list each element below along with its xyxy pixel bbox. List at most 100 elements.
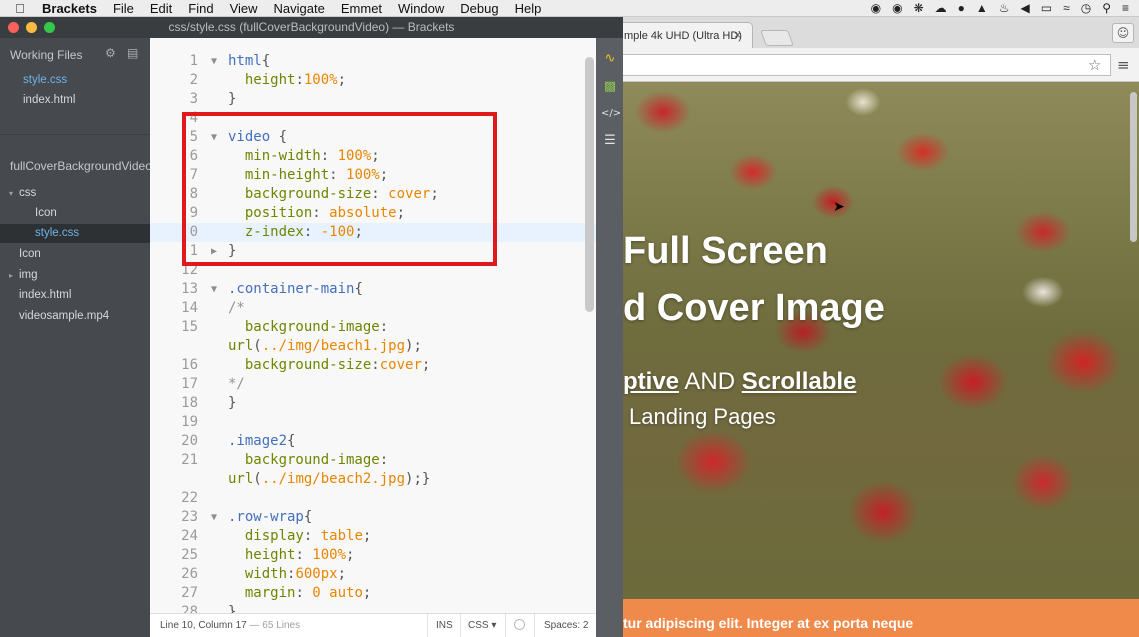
menu-file[interactable]: File [105,1,142,16]
language-select[interactable]: CSS ▾ [468,620,496,631]
tagline-link-responsive[interactable]: ptive [623,368,679,395]
search-icon[interactable]: ⚲ [1102,1,1111,15]
mouse-cursor-icon: ➤ [833,199,845,215]
mac-menubar:  Brackets File Edit Find View Navigate … [0,0,1139,17]
close-window-button[interactable] [8,22,19,33]
omnibar: ☆ ≡ [623,48,1139,82]
brackets-window: css/style.css (fullCoverBackgroundVideo)… [0,17,623,637]
code-text: width:600px; [244,566,347,582]
editor-scrollbar[interactable] [585,57,594,312]
highlight-box [182,112,497,266]
clock-icon[interactable]: ◷ [1081,1,1091,15]
code-line[interactable]: 20 .image2{ [150,432,596,451]
code-line[interactable]: url(../img/beach2.jpg);} [150,470,596,489]
code-line[interactable]: 14 /* [150,299,596,318]
close-icon[interactable]: × [734,28,741,42]
battery-icon[interactable]: ▭ [1041,1,1052,15]
code-line[interactable]: 25 height: 100%; [150,546,596,565]
code-line[interactable]: url(../img/beach1.jpg); [150,337,596,356]
indent-spaces-setting[interactable]: Spaces: 2 [544,620,588,631]
tree-file-icon[interactable]: Icon [0,204,150,223]
wifi-icon[interactable]: ≈ [1063,1,1070,15]
tagline-link-scrollable[interactable]: Scrollable [742,368,857,395]
code-line[interactable]: 24 display: table; [150,527,596,546]
bell-icon[interactable]: ♨ [999,1,1010,15]
person-icon[interactable]: ● [958,1,965,15]
code-line[interactable]: 18} [150,394,596,413]
tree-folder-css[interactable]: ▾ css [0,184,150,203]
code-line[interactable]: 3} [150,90,596,109]
apple-icon[interactable]:  [0,1,40,16]
code-line[interactable]: 16 background-size:cover; [150,356,596,375]
hero-heading-line2: d Cover Image [623,287,885,329]
live-preview-icon[interactable]: ∿ [601,50,619,68]
sidebar-divider [0,134,150,135]
browser-tab[interactable]: mple 4k UHD (Ultra HD) × [623,22,753,48]
menu-edit[interactable]: Edit [142,1,180,16]
tree-file-style-css[interactable]: style.css [0,224,150,243]
working-file-index-html[interactable]: index.html [23,94,75,106]
page-scrollbar[interactable] [1130,92,1137,242]
fold-toggle-icon[interactable]: ▼ [211,280,217,299]
new-tab-button[interactable] [760,30,794,46]
tree-item-label: Icon [35,207,57,219]
list-icon[interactable]: ≡ [1122,1,1129,15]
address-bar[interactable]: ☆ [623,54,1111,76]
code-line[interactable]: 17 */ [150,375,596,394]
sun-icon[interactable]: ❋ [914,1,924,15]
code-line[interactable]: 22 [150,489,596,508]
code-text: display: table; [244,528,372,544]
star-icon[interactable]: ☆ [1088,56,1101,74]
menu-view[interactable]: View [222,1,266,16]
code-line[interactable]: 1 ▼ html{ [150,52,596,71]
stop-icon[interactable]: ◉ [892,1,902,15]
code-text: url(../img/beach2.jpg);} [228,471,431,487]
tree-file-index-html[interactable]: index.html [0,286,150,305]
window-title: css/style.css (fullCoverBackgroundVideo)… [0,17,623,38]
menu-find[interactable]: Find [180,1,221,16]
tree-item-label: img [19,269,38,281]
split-view-icon[interactable]: ▤ [127,46,138,60]
working-file-style-css[interactable]: style.css [23,74,67,86]
line-number: 26 [181,566,198,582]
fold-toggle-icon[interactable]: ▼ [211,508,217,527]
tree-folder-img[interactable]: ▸ img [0,266,150,285]
menu-window[interactable]: Window [390,1,452,16]
code-line[interactable]: 27 margin: 0 auto; [150,584,596,603]
code-line[interactable]: 15 background-image: [150,318,596,337]
tree-file-videosample[interactable]: videosample.mp4 [0,307,150,326]
menu-help[interactable]: Help [507,1,550,16]
menu-app-brackets[interactable]: Brackets [40,1,105,16]
cloud-icon[interactable]: ☁ [935,1,947,15]
code-line[interactable]: 2 height:100%; [150,71,596,90]
menu-emmet[interactable]: Emmet [333,1,390,16]
fold-toggle-icon[interactable]: ▼ [211,52,217,71]
lint-status-icon[interactable] [514,619,525,630]
code-line[interactable]: 13 ▼ .container-main{ [150,280,596,299]
tree-file-icon-root[interactable]: Icon [0,245,150,264]
extension-manager-icon[interactable]: ▩ [601,78,619,96]
line-number: 2 [189,72,198,88]
line-number: 18 [181,395,198,411]
minimize-window-button[interactable] [26,22,37,33]
profile-icon[interactable]: ☺ [1112,23,1134,43]
insert-mode-toggle[interactable]: INS [436,620,453,631]
cursor-position[interactable]: Line 10, Column 17 — 65 Lines [160,620,300,631]
code-line[interactable]: 21 background-image: [150,451,596,470]
code-text: } [228,395,237,411]
menu-debug[interactable]: Debug [452,1,506,16]
menu-navigate[interactable]: Navigate [266,1,333,16]
code-text: background-image: [244,452,389,468]
code-icon[interactable]: </> [601,105,621,123]
volume-icon[interactable]: ◀ [1021,1,1030,15]
maximize-window-button[interactable] [44,22,55,33]
shield-icon[interactable]: ◉ [871,1,881,15]
code-line[interactable]: 23 ▼ .row-wrap{ [150,508,596,527]
drive-icon[interactable]: ▲ [976,1,988,15]
code-line[interactable]: 19 [150,413,596,432]
project-title[interactable]: fullCoverBackgroundVideo ▾ [10,159,159,173]
code-line[interactable]: 26 width:600px; [150,565,596,584]
gear-icon[interactable]: ⚙ [105,46,116,60]
menu-icon[interactable]: ≡ [1117,56,1130,74]
layers-icon[interactable]: ☰ [601,132,619,150]
